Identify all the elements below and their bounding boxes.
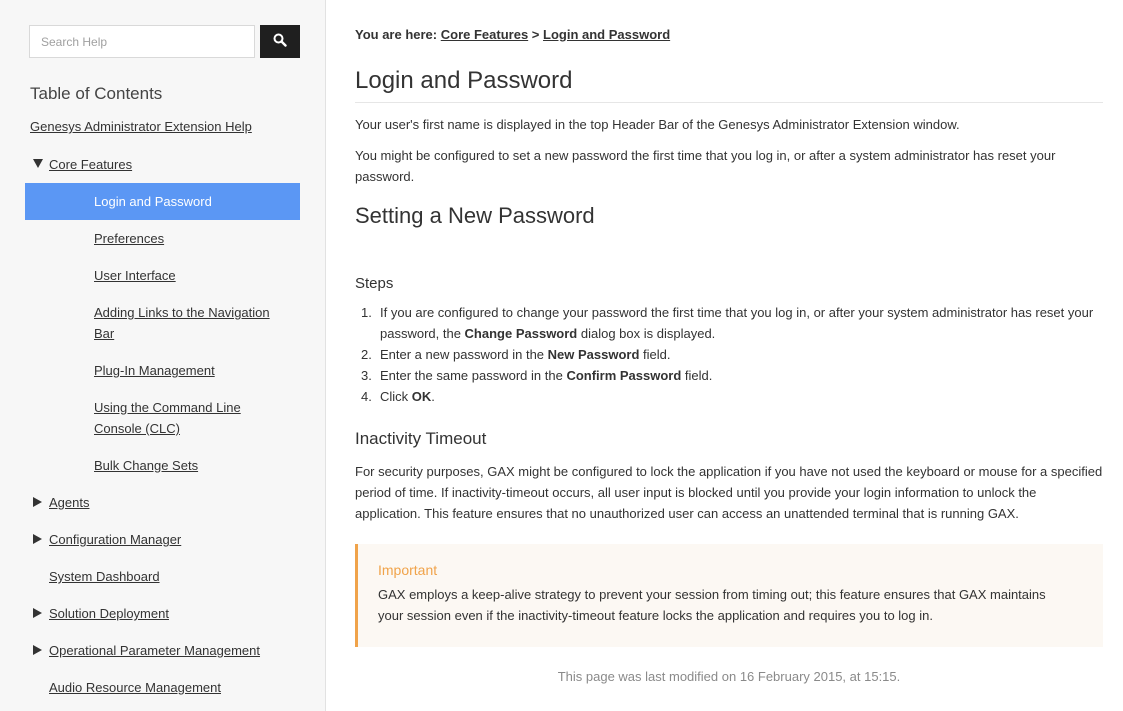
collapsed-arrow-icon[interactable] bbox=[33, 645, 42, 655]
collapsed-arrow-icon[interactable] bbox=[33, 534, 42, 544]
breadcrumb-prefix: You are here: bbox=[355, 27, 438, 42]
step-item: 3. Enter the same password in the Confir… bbox=[355, 365, 1103, 386]
toc-item-label[interactable]: Configuration Manager bbox=[49, 532, 181, 547]
step-text: . bbox=[431, 389, 435, 404]
important-callout: Important GAX employs a keep-alive strat… bbox=[355, 544, 1103, 647]
step-text: field. bbox=[639, 347, 671, 362]
toc-item-operational-parameter-management[interactable]: Operational Parameter Management bbox=[49, 640, 260, 661]
step-number: 3. bbox=[361, 368, 372, 383]
toc-title: Table of Contents bbox=[30, 84, 163, 103]
toc-item-label[interactable]: Using the Command Line Console (CLC) bbox=[94, 400, 241, 436]
toc-item-command-line-console[interactable]: Using the Command Line Console (CLC) bbox=[94, 397, 259, 439]
step-item: 1. If you are configured to change your … bbox=[355, 302, 1103, 344]
search-input[interactable] bbox=[29, 25, 255, 58]
toc-item-plug-in-management[interactable]: Plug-In Management bbox=[94, 360, 294, 381]
collapsed-arrow-icon[interactable] bbox=[33, 497, 42, 507]
toc-item-label[interactable]: Core Features bbox=[49, 157, 132, 172]
toc-item-label[interactable]: Agents bbox=[49, 495, 89, 510]
important-title: Important bbox=[378, 562, 438, 578]
toc-item-label[interactable]: Operational Parameter Management bbox=[49, 643, 260, 658]
step-text: Enter the same password in the bbox=[380, 368, 567, 383]
toc-item-label[interactable]: Plug-In Management bbox=[94, 363, 215, 378]
collapsed-arrow-icon[interactable] bbox=[33, 608, 42, 618]
steps-title: Steps bbox=[355, 275, 394, 292]
breadcrumb-link-login-and-password[interactable]: Login and Password bbox=[543, 27, 670, 42]
toc-item-preferences[interactable]: Preferences bbox=[94, 228, 294, 249]
step-text: Enter a new password in the bbox=[380, 347, 548, 362]
step-bold: OK bbox=[411, 389, 432, 404]
step-bold: Confirm Password bbox=[566, 368, 682, 383]
inactivity-timeout-title: Inactivity Timeout bbox=[355, 429, 487, 448]
toc-item-label[interactable]: Solution Deployment bbox=[49, 606, 169, 621]
toc-item-label[interactable]: Audio Resource Management bbox=[49, 680, 221, 695]
step-text: field. bbox=[681, 368, 713, 383]
toc-item-label[interactable]: Adding Links to the Navigation Bar bbox=[94, 305, 270, 341]
breadcrumb-separator: > bbox=[531, 27, 540, 42]
toc-item-label[interactable]: Preferences bbox=[94, 231, 164, 246]
expanded-arrow-icon[interactable] bbox=[33, 159, 43, 168]
breadcrumb-link-core-features[interactable]: Core Features bbox=[441, 27, 528, 42]
toc-item-configuration-manager[interactable]: Configuration Manager bbox=[49, 529, 181, 550]
toc-item-label[interactable]: System Dashboard bbox=[49, 569, 160, 584]
toc-item-system-dashboard[interactable]: System Dashboard bbox=[49, 566, 160, 587]
toc-root-link[interactable]: Genesys Administrator Extension Help bbox=[30, 119, 252, 134]
intro-paragraph-1: Your user's first name is displayed in t… bbox=[355, 117, 960, 132]
toc-item-label[interactable]: Bulk Change Sets bbox=[94, 458, 198, 473]
section-title: Setting a New Password bbox=[355, 203, 595, 228]
step-bold: Change Password bbox=[464, 326, 578, 341]
toc-item-audio-resource-management[interactable]: Audio Resource Management bbox=[49, 677, 221, 698]
step-bold: New Password bbox=[547, 347, 640, 362]
step-item: 2. Enter a new password in the New Passw… bbox=[355, 344, 1103, 365]
search-icon bbox=[273, 33, 287, 50]
sidebar: Table of Contents Genesys Administrator … bbox=[0, 0, 326, 711]
toc-item-solution-deployment[interactable]: Solution Deployment bbox=[49, 603, 169, 624]
important-text: GAX employs a keep-alive strategy to pre… bbox=[378, 587, 1046, 623]
toc-item-agents[interactable]: Agents bbox=[49, 492, 89, 513]
inactivity-timeout-text: For security purposes, GAX might be conf… bbox=[355, 464, 1103, 521]
toc-item-login-and-password[interactable]: Login and Password bbox=[25, 183, 300, 220]
intro-paragraph-2: You might be configured to set a new pas… bbox=[355, 148, 1056, 184]
step-number: 4. bbox=[361, 389, 372, 404]
step-text: Click bbox=[380, 389, 412, 404]
breadcrumb: You are here: Core Features > Login and … bbox=[355, 27, 670, 42]
step-number: 1. bbox=[361, 305, 372, 320]
toc-item-label[interactable]: User Interface bbox=[94, 268, 176, 283]
step-number: 2. bbox=[361, 347, 372, 362]
step-text: dialog box is displayed. bbox=[577, 326, 716, 341]
steps-list: 1. If you are configured to change your … bbox=[355, 302, 1103, 407]
last-modified-footer: This page was last modified on 16 Februa… bbox=[557, 669, 901, 684]
step-item: 4. Click OK. bbox=[355, 386, 1103, 407]
toc-item-user-interface[interactable]: User Interface bbox=[94, 265, 294, 286]
toc-item-core-features[interactable]: Core Features bbox=[49, 154, 132, 175]
toc-item-bulk-change-sets[interactable]: Bulk Change Sets bbox=[94, 455, 294, 476]
toc-item-adding-links[interactable]: Adding Links to the Navigation Bar bbox=[94, 302, 279, 344]
toc-item-label[interactable]: Login and Password bbox=[94, 194, 212, 209]
page-title: Login and Password bbox=[355, 67, 1103, 103]
search-button[interactable] bbox=[260, 25, 300, 58]
